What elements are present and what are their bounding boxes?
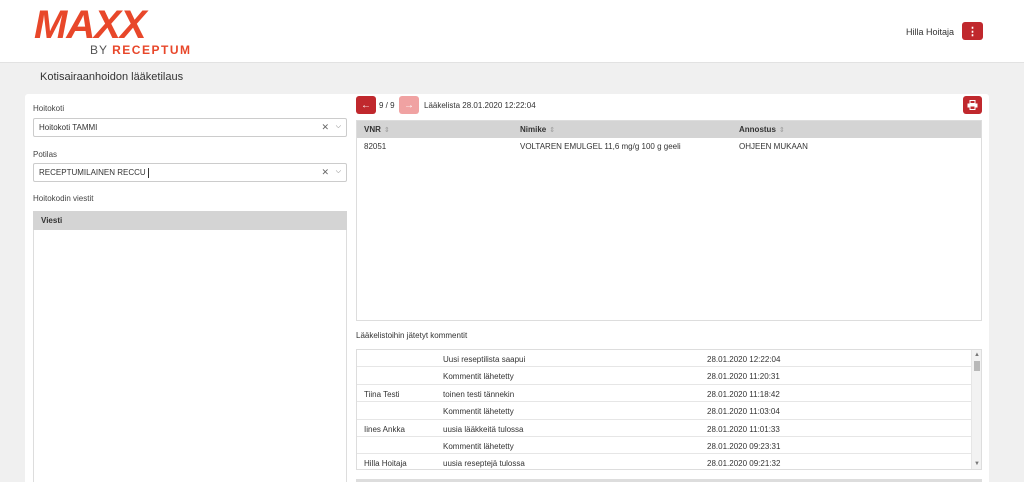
page-title: Kotisairaanhoidon lääketilaus [40, 71, 184, 83]
cell-nimike: VOLTAREN EMULGEL 11,6 mg/g 100 g geeli [520, 142, 681, 151]
medlist-title: Lääkelista 28.01.2020 12:22:04 [424, 101, 536, 110]
comment-author: Hilla Hoitaja [364, 459, 407, 469]
clear-icon[interactable]: ✕ [321, 122, 329, 133]
potilas-value: RECEPTUMILAINEN RECCU [39, 168, 146, 177]
comment-text: Kommentit lähetetty [443, 372, 514, 382]
clear-icon[interactable]: ✕ [321, 167, 329, 178]
comment-row[interactable]: Hilla Hoitaja uusia reseptejä tulossa 28… [357, 454, 971, 469]
potilas-label: Potilas [33, 150, 58, 159]
comment-author: Iines Ankka [364, 424, 405, 434]
potilas-select[interactable]: RECEPTUMILAINEN RECCU ✕ ⌵ [33, 163, 347, 182]
arrow-left-icon: ← [361, 99, 371, 111]
comment-text: uusia reseptejä tulossa [443, 459, 525, 469]
messages-label: Hoitokodin viestit [33, 194, 94, 203]
maxx-logo[interactable]: MAXX BY RECEPTUM [34, 3, 209, 58]
chevron-down-icon[interactable]: ⌵ [336, 168, 341, 176]
kebab-menu-icon: ⋮ [967, 25, 978, 38]
comment-time: 28.01.2020 11:20:31 [707, 372, 780, 382]
comment-time: 28.01.2020 11:18:42 [707, 389, 780, 399]
list-counter: 9 / 9 [379, 101, 395, 110]
next-list-button[interactable]: → [399, 96, 419, 114]
hoitokoti-value: Hoitokoti TAMMI [39, 123, 98, 132]
user-name[interactable]: Hilla Hoitaja [906, 27, 954, 37]
comment-text: Uusi reseptilista saapui [443, 355, 526, 364]
column-header-vnr[interactable]: VNR ⇕ [364, 121, 390, 139]
medication-table-header: VNR ⇕ Nimike ⇕ Annostus ⇕ [357, 121, 981, 138]
comment-row[interactable]: Uusi reseptilista saapui 28.01.2020 12:2… [357, 350, 971, 368]
cell-vnr: 82051 [364, 142, 387, 151]
comment-text: Kommentit lähetetty [443, 407, 514, 417]
comments-scrollbar[interactable]: ▲ ▼ [971, 350, 981, 469]
comment-time: 28.01.2020 11:01:33 [707, 424, 780, 434]
logo-main: MAXX [34, 3, 147, 47]
previous-list-button[interactable]: ← [356, 96, 376, 114]
comment-row[interactable]: Iines Ankka uusia lääkkeitä tulossa 28.0… [357, 420, 971, 437]
arrow-right-icon: → [404, 99, 414, 111]
sort-icon: ⇕ [383, 127, 390, 134]
comment-author: Tiina Testi [364, 389, 400, 399]
messages-column-header: Viesti [33, 211, 347, 230]
logo-subtitle: BY RECEPTUM [90, 43, 191, 57]
top-bar: MAXX BY RECEPTUM Hilla Hoitaja ⋮ [0, 0, 1024, 63]
printer-icon [967, 100, 978, 110]
chevron-down-icon[interactable]: ⌵ [336, 123, 341, 131]
column-header-nimike[interactable]: Nimike ⇕ [520, 121, 555, 139]
print-button[interactable] [963, 96, 982, 114]
sort-icon: ⇕ [778, 127, 785, 134]
hoitokoti-select[interactable]: Hoitokoti TAMMI ✕ ⌵ [33, 118, 347, 137]
sort-icon: ⇕ [549, 127, 556, 134]
comment-time: 28.01.2020 11:03:04 [707, 407, 780, 417]
comment-row[interactable]: Kommentit lähetetty 28.01.2020 11:03:04 [357, 402, 971, 420]
scrollbar-thumb[interactable] [974, 361, 980, 371]
logo-brand: RECEPTUM [112, 43, 192, 57]
medication-table: VNR ⇕ Nimike ⇕ Annostus ⇕ 82051 VOLTAREN EM… [356, 120, 982, 321]
comment-time: 28.01.2020 12:22:04 [707, 355, 781, 364]
comment-row[interactable]: Kommentit lähetetty 28.01.2020 09:23:31 [357, 437, 971, 455]
comment-text: Kommentit lähetetty [443, 442, 514, 451]
comment-time: 28.01.2020 09:23:31 [707, 442, 781, 451]
comment-row[interactable]: Tiina Testi toinen testi tännekin 28.01.… [357, 385, 971, 403]
messages-list [33, 230, 347, 482]
logo-by: BY [90, 43, 108, 57]
comment-row[interactable]: Kommentit lähetetty 28.01.2020 11:20:31 [357, 367, 971, 385]
comment-text: uusia lääkkeitä tulossa [443, 424, 524, 434]
user-menu-button[interactable]: ⋮ [962, 22, 983, 40]
cell-annostus: OHJEEN MUKAAN [739, 142, 808, 151]
comment-time: 28.01.2020 09:21:32 [707, 459, 781, 469]
text-cursor [147, 167, 149, 178]
hoitokoti-label: Hoitokoti [33, 104, 65, 113]
column-header-annostus[interactable]: Annostus ⇕ [739, 121, 785, 139]
scroll-down-icon[interactable]: ▼ [974, 461, 980, 467]
comments-label: Lääkelistoihin jätetyt kommentit [356, 331, 468, 340]
comments-list: Uusi reseptilista saapui 28.01.2020 12:2… [356, 349, 982, 470]
comment-text: toinen testi tännekin [443, 389, 515, 399]
scroll-up-icon[interactable]: ▲ [974, 352, 980, 358]
